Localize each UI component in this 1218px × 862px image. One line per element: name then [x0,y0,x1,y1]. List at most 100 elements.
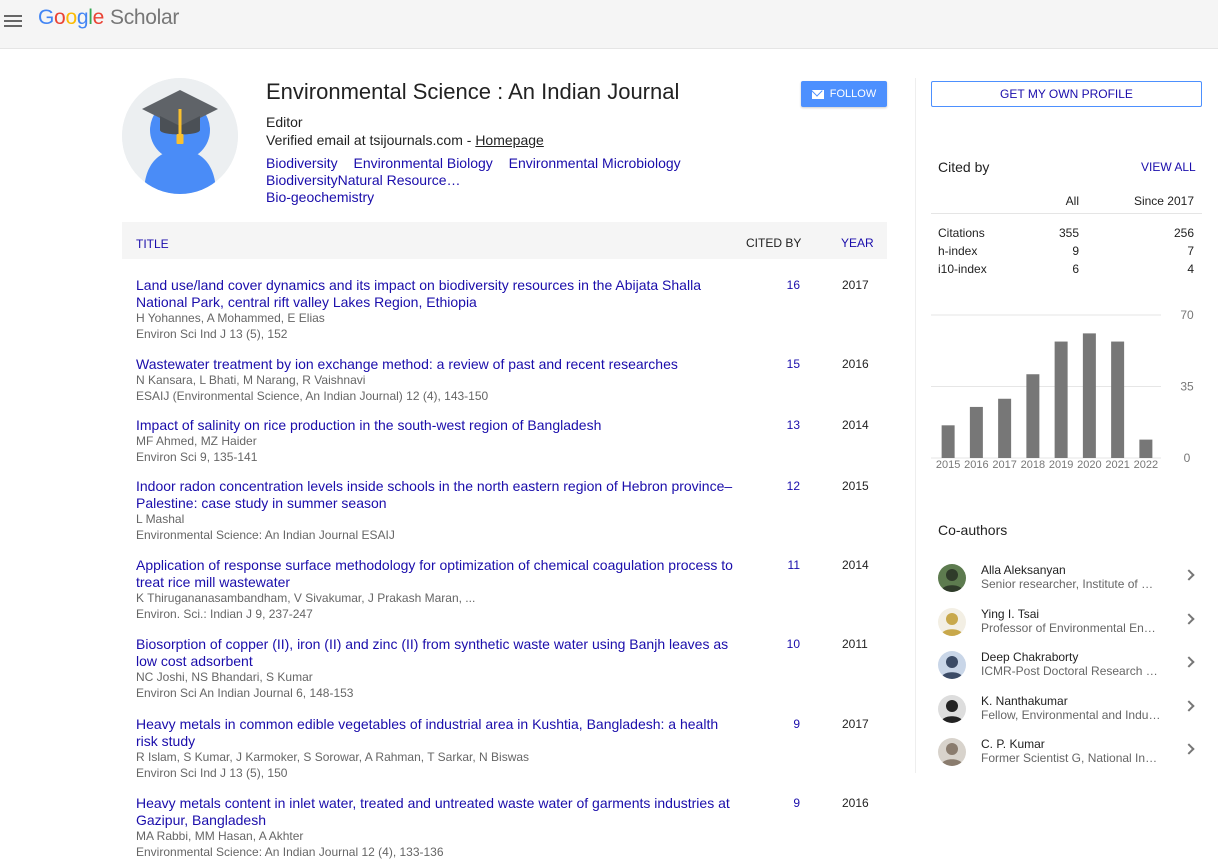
chart-x-tick-label: 2021 [1105,459,1129,471]
interest-environmental-biology[interactable]: Environmental Biology [353,155,492,171]
publication-venue: Environ. Sci.: Indian J 9, 237-247 [136,607,313,621]
logo-scholar-text: Scholar [109,6,180,29]
publication-year: 2016 [842,796,869,810]
follow-label: FOLLOW [829,88,877,100]
stats-label[interactable]: i10-index [938,262,987,276]
publication-venue: Environ Sci 9, 135-141 [136,450,258,464]
cited-by-count-link[interactable]: 12 [782,479,800,493]
publication-year: 2016 [842,357,869,371]
logo-letter: g [76,6,89,29]
stats-all: 355 [1058,226,1079,240]
profile-role: Editor [266,114,303,130]
publication-year: 2014 [842,558,869,572]
publication-authors: K Thirugananasambandham, V Sivakumar, J … [136,591,476,605]
citation-stats-table: All Since 2017 Citations 355 256 h-index… [931,190,1202,278]
publication-year: 2017 [842,278,869,292]
stats-since: 4 [1187,262,1194,276]
cited-by-count-link[interactable]: 13 [782,418,800,432]
publication-title-link[interactable]: Land use/land cover dynamics and its imp… [136,277,736,311]
chart-x-tick-label: 2018 [1021,459,1045,471]
coauthor-item[interactable]: Deep Chakraborty ICMR-Post Doctoral Resea… [931,644,1202,686]
follow-button[interactable]: FOLLOW [801,81,887,107]
logo-letter: G [38,6,55,29]
coauthor-avatar [938,651,966,679]
profile-avatar [122,78,238,194]
verified-email: Verified email at tsijournals.com - Home… [266,132,544,148]
publication-venue: Environmental Science: An Indian Journal… [136,528,395,542]
sort-by-title[interactable]: TITLE [136,237,169,251]
cited-by-count-link[interactable]: 11 [782,558,800,572]
coauthor-affiliation: Former Scientist G, National Institute [981,751,1161,765]
publication-authors: R Islam, S Kumar, J Karmoker, S Sorowar,… [136,750,530,764]
stats-all: 6 [1072,262,1079,276]
sort-by-cited[interactable]: CITED BY [746,236,801,250]
coauthor-item[interactable]: Alla Aleksanyan Senior researcher, Instit… [931,557,1202,599]
coauthor-avatar [938,564,966,592]
publication-venue: Environ Sci Ind J 13 (5), 150 [136,766,288,780]
coauthor-affiliation: Fellow, Environmental and Industrial [981,707,1161,722]
publication-title-link[interactable]: Wastewater treatment by ion exchange met… [136,356,736,373]
stats-col-all: All [1065,194,1079,208]
graduate-avatar-icon [122,78,238,194]
research-interests: Biodiversity Environmental Biology Envir… [266,155,866,206]
cited-by-count-link[interactable]: 16 [782,278,800,292]
interest-biodiversity[interactable]: Biodiversity [266,155,338,171]
coauthor-item[interactable]: C. P. Kumar Former Scientist G, National … [931,731,1202,773]
interest-biodiversity-natural-resource[interactable]: BiodiversityNatural Resource… [266,172,461,188]
coauthor-name: K. Nanthakumar [981,693,1068,708]
publication-title-link[interactable]: Heavy metals in common edible vegetables… [136,716,736,750]
hamburger-menu-icon[interactable] [4,12,22,28]
chart-bar[interactable] [1054,341,1068,458]
coauthor-affiliation: Professor of Environmental Engineering [981,620,1161,635]
cited-by-count-link[interactable]: 10 [782,637,800,651]
logo-letter: o [54,6,66,29]
interest-environmental-microbiology[interactable]: Environmental Microbiology [509,155,681,171]
publication-year: 2011 [842,637,868,651]
chevron-right-icon [1183,569,1195,581]
stats-since: 256 [1173,226,1194,240]
coauthor-avatar [938,607,966,636]
logo-letter: e [92,6,105,29]
coauthor-name: C. P. Kumar [981,737,1045,751]
chart-bar[interactable] [941,425,955,458]
stats-label[interactable]: h-index [938,244,977,258]
coauthor-name: Ying I. Tsai [981,606,1040,621]
publication-title-link[interactable]: Impact of salinity on rice production in… [136,417,736,434]
publication-year: 2014 [842,418,869,432]
get-my-own-profile-button[interactable]: GET MY OWN PROFILE [931,81,1202,107]
chart-y-tick-label: 70 [1180,308,1194,322]
chevron-right-icon [1183,743,1195,755]
google-scholar-logo[interactable]: Google Scholar [38,6,179,30]
chart-x-tick-label: 2019 [1049,459,1073,471]
chart-bar[interactable] [969,406,983,458]
sort-by-year[interactable]: YEAR [841,236,874,250]
chart-bar[interactable] [998,398,1012,458]
chart-y-tick-label: 0 [1184,451,1191,465]
coauthor-item[interactable]: Ying I. Tsai Professor of Environmental E… [931,601,1202,643]
homepage-link[interactable]: Homepage [475,132,544,148]
interest-bio-geochemistry[interactable]: Bio-geochemistry [266,189,374,205]
publication-year: 2017 [842,717,869,731]
chart-bar[interactable] [1139,439,1153,458]
cited-by-count-link[interactable]: 15 [782,357,800,371]
coauthor-name: Deep Chakraborty [981,650,1079,664]
publication-venue: Environ Sci An Indian Journal 6, 148-153 [136,686,354,700]
chart-x-tick-label: 2022 [1134,459,1158,471]
publication-title-link[interactable]: Heavy metals content in inlet water, tre… [136,795,736,829]
stats-row: h-index 9 7 [931,242,1202,260]
publication-title-link[interactable]: Indoor radon concentration levels inside… [136,478,736,512]
coauthor-avatar [938,694,966,723]
coauthor-item[interactable]: K. Nanthakumar Fellow, Environmental and … [931,688,1202,730]
chart-bar[interactable] [1082,333,1096,458]
citations-per-year-chart: 0 35 70 2015 2016 2017 2018 2019 2020 2021 2022 [931,308,1194,471]
chart-bar[interactable] [1026,374,1040,458]
chart-bar[interactable] [1111,341,1125,458]
profile-name: Environmental Science : An Indian Journa… [266,79,680,104]
stats-row: i10-index 6 4 [931,260,1202,278]
publication-title-link[interactable]: Application of response surface methodol… [136,557,736,591]
cited-by-count-link[interactable]: 9 [782,717,800,731]
view-all-link[interactable]: VIEW ALL [1141,160,1196,174]
stats-label[interactable]: Citations [938,226,985,240]
cited-by-count-link[interactable]: 9 [782,796,800,810]
publication-title-link[interactable]: Biosorption of copper (II), iron (II) an… [136,636,736,670]
